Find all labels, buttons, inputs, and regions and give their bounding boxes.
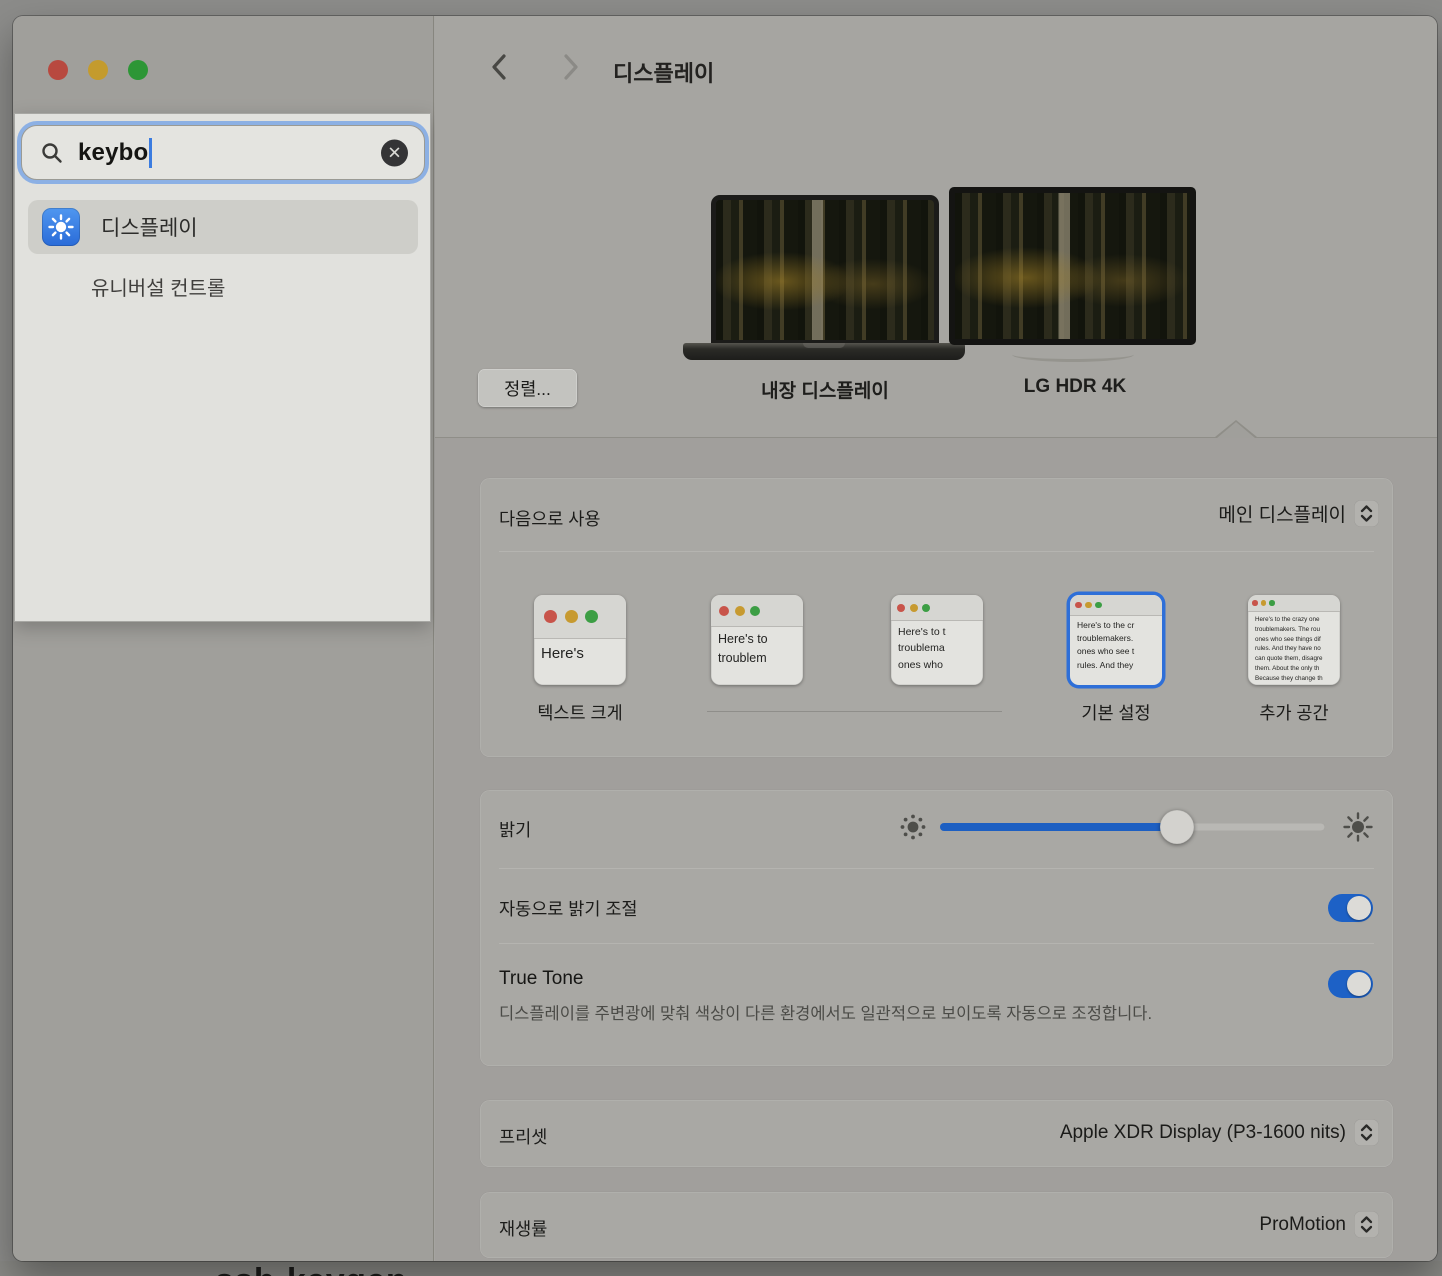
scaling-option-label: 텍스트 크게 <box>500 700 660 725</box>
mini-traffic-light <box>735 606 745 616</box>
search-result-display[interactable]: 디스플레이 <box>28 200 418 254</box>
brightness-slider-fill <box>940 823 1177 831</box>
scaling-option-label: 기본 설정 <box>1036 700 1196 725</box>
refresh-rate-value: ProMotion <box>1259 1214 1346 1236</box>
mini-traffic-light <box>922 604 930 612</box>
scaling-connector-line <box>707 711 1002 712</box>
page-title: 디스플레이 <box>613 56 714 88</box>
system-settings-window: keybo ✕ 디스 <box>13 16 1437 1261</box>
builtin-display-base <box>683 343 965 360</box>
external-display-thumbnail[interactable] <box>949 187 1196 345</box>
scaling-option-추가 공간[interactable]: Here's to the crazy onetroublemakers. Th… <box>1248 595 1340 685</box>
true-tone-description: 디스플레이를 주변광에 맞춰 색상이 다른 환경에서도 일관적으로 보이도록 자… <box>499 1000 1239 1029</box>
use-as-stepper[interactable] <box>1354 500 1379 527</box>
text-cursor <box>149 138 152 168</box>
close-window-button[interactable] <box>48 60 68 80</box>
use-as-label: 다음으로 사용 <box>499 506 600 531</box>
true-tone-toggle[interactable] <box>1328 970 1373 998</box>
scaling-option-size-2[interactable]: Here's totroublem <box>711 595 803 685</box>
minimize-window-button[interactable] <box>88 60 108 80</box>
search-results-popover: keybo ✕ 디스 <box>14 113 431 622</box>
external-display-label: LG HDR 4K <box>935 376 1215 398</box>
scaling-option-기본 설정[interactable]: Here's to the crtroublemakers.ones who s… <box>1070 595 1162 685</box>
background-terminal-text: ssh-keygen <box>215 1262 407 1276</box>
mini-traffic-light <box>897 604 905 612</box>
search-result-universal-control[interactable]: 유니버설 컨트롤 <box>91 272 225 301</box>
search-icon <box>40 141 64 165</box>
mini-traffic-light <box>1095 602 1102 609</box>
mini-traffic-light <box>719 606 729 616</box>
window-controls <box>48 60 148 80</box>
mini-traffic-light <box>1269 600 1275 606</box>
forward-button[interactable] <box>559 52 583 87</box>
preset-label: 프리셋 <box>499 1124 547 1149</box>
auto-brightness-label: 자동으로 밝기 조절 <box>499 896 638 921</box>
panel-divider <box>499 551 1374 552</box>
panel-divider <box>499 943 1374 944</box>
auto-brightness-toggle[interactable] <box>1328 894 1373 922</box>
mini-traffic-light <box>1252 600 1258 606</box>
brightness-slider[interactable] <box>940 823 1325 831</box>
clear-search-button[interactable]: ✕ <box>381 139 408 166</box>
brightness-bright-icon <box>1342 811 1374 843</box>
close-icon: ✕ <box>387 144 401 161</box>
builtin-display-label: 내장 디스플레이 <box>685 376 965 403</box>
external-display-stand <box>1012 347 1134 362</box>
builtin-display-thumbnail[interactable] <box>711 195 939 345</box>
panel-divider <box>499 868 1374 869</box>
back-button[interactable] <box>487 52 511 87</box>
zoom-window-button[interactable] <box>128 60 148 80</box>
brightness-label: 밝기 <box>499 817 531 842</box>
true-tone-label: True Tone <box>499 968 584 990</box>
refresh-rate-panel: 재생률 ProMotion <box>480 1192 1393 1258</box>
search-result-display-label: 디스플레이 <box>101 212 198 242</box>
refresh-rate-label: 재생률 <box>499 1216 547 1241</box>
toggle-knob <box>1347 896 1371 920</box>
scaling-option-size-3[interactable]: Here's to ttroublemaones who <box>891 595 983 685</box>
use-as-value: 메인 디스플레이 <box>1218 500 1346 527</box>
mini-traffic-light <box>750 606 760 616</box>
search-input[interactable]: keybo ✕ <box>21 125 425 180</box>
background-terminal-strip: ssh-keygen <box>0 1261 1442 1276</box>
mini-traffic-light <box>565 610 578 623</box>
toggle-knob <box>1347 972 1371 996</box>
mini-traffic-light <box>1085 602 1092 609</box>
display-brightness-icon <box>42 208 80 246</box>
selected-display-pointer <box>1217 422 1255 438</box>
use-as-scaling-panel: 다음으로 사용 메인 디스플레이 Here's Here's totroublem… <box>480 478 1393 757</box>
brightness-panel: 밝기 <box>480 790 1393 1066</box>
brightness-dim-icon <box>898 812 928 842</box>
mini-traffic-light <box>1261 600 1267 606</box>
mini-traffic-light <box>585 610 598 623</box>
arrange-button[interactable]: 정렬... <box>478 369 577 407</box>
main-content: 디스플레이 정렬... 내장 디스플레이 LG HDR 4K 다음으로 사용 메… <box>435 16 1437 1261</box>
mini-traffic-light <box>544 610 557 623</box>
brightness-slider-thumb[interactable] <box>1160 810 1194 844</box>
preset-value: Apple XDR Display (P3-1600 nits) <box>1060 1122 1346 1144</box>
mini-traffic-light <box>1075 602 1082 609</box>
search-input-value: keybo <box>78 139 148 167</box>
mini-traffic-light <box>910 604 918 612</box>
refresh-rate-stepper[interactable] <box>1354 1211 1379 1238</box>
preset-stepper[interactable] <box>1354 1119 1379 1146</box>
scaling-option-label: 추가 공간 <box>1214 700 1374 725</box>
preset-panel: 프리셋 Apple XDR Display (P3-1600 nits) <box>480 1100 1393 1167</box>
sidebar: keybo ✕ 디스 <box>13 16 434 1261</box>
scaling-option-텍스트 크게[interactable]: Here's <box>534 595 626 685</box>
